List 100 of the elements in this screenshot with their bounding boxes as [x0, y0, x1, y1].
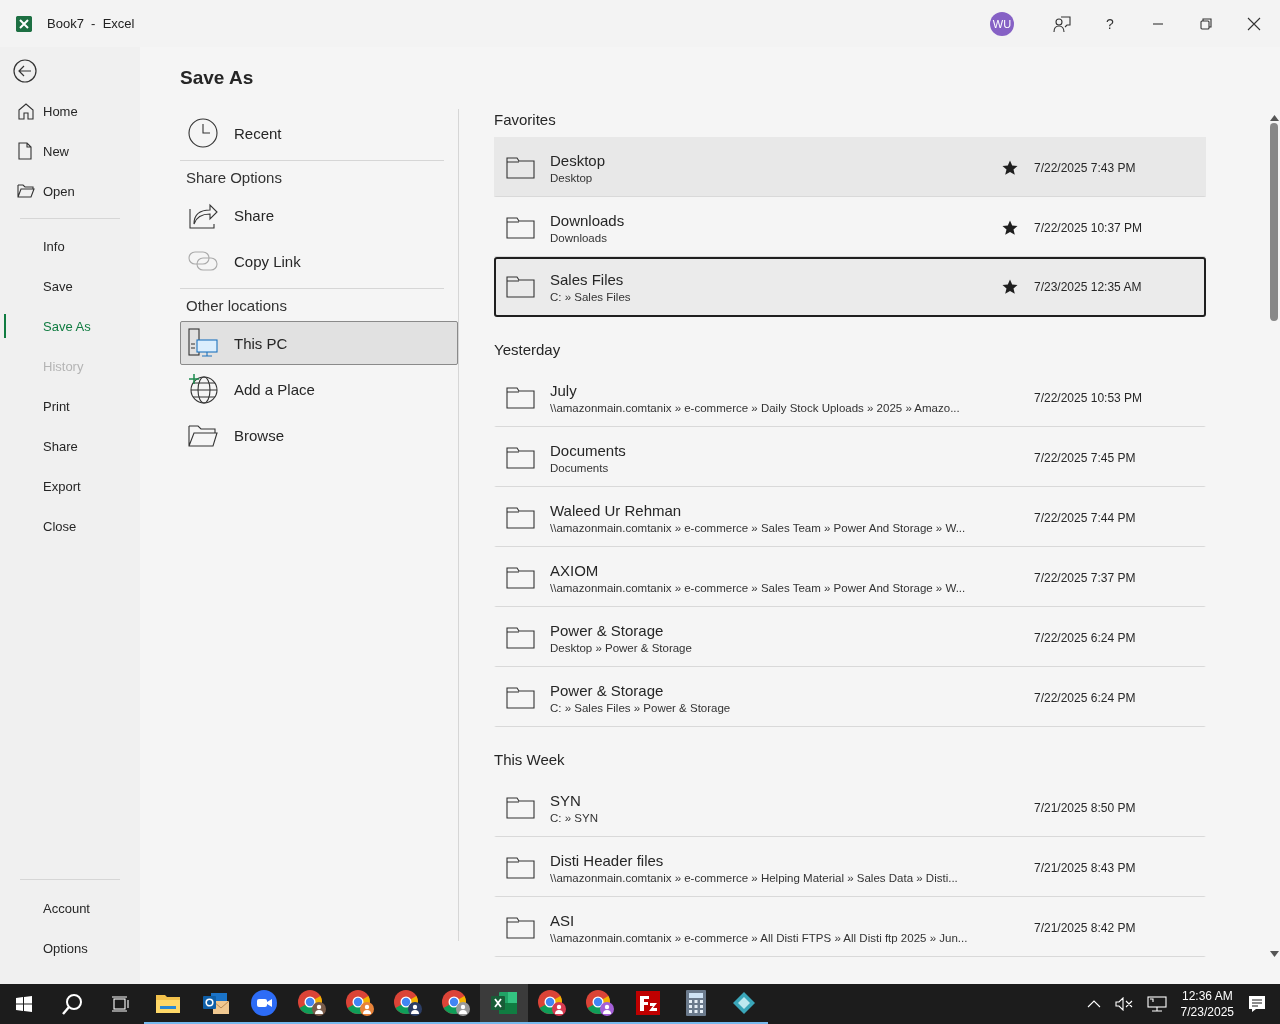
folder-icon[interactable]	[17, 183, 35, 199]
star-icon[interactable]	[1002, 219, 1018, 236]
nav-item[interactable]: Export	[0, 466, 140, 506]
folder-icon	[506, 566, 535, 589]
help-button[interactable]: ?	[1086, 0, 1134, 47]
modified-date: 7/23/2025 12:35 AM	[1033, 280, 1143, 294]
folder-icon	[506, 506, 535, 529]
location-item[interactable]: Copy Link	[180, 239, 458, 283]
mail-icon	[203, 991, 229, 1015]
modified-date: 7/22/2025 10:37 PM	[1033, 220, 1144, 235]
nav-item[interactable]: Account	[0, 888, 140, 928]
section-heading: Other locations	[180, 288, 444, 320]
nav-item[interactable]: Save As	[0, 306, 140, 346]
group-heading: Favorites	[494, 110, 557, 130]
folder-path: Downloads	[550, 231, 608, 244]
star-icon[interactable]	[1002, 159, 1018, 176]
folder-name: SYN	[550, 791, 582, 809]
folder-icon	[506, 916, 535, 939]
folder-path: C: » Sales Files » Power & Storage	[550, 701, 732, 714]
folder-path: Desktop	[550, 171, 594, 184]
spreadsheet-app-icon	[16, 15, 32, 32]
folder-row[interactable]: Documents Documents 7/22/2025 7:45 PM	[494, 427, 1206, 487]
windows-icon[interactable]	[16, 996, 32, 1012]
folder-icon	[506, 216, 535, 239]
folder-row[interactable]: Power & Storage C: » Sales Files » Power & Storage 7/22/2025 6:24 PM	[494, 667, 1206, 727]
modified-date: 7/21/2025 8:50 PM	[1033, 800, 1137, 815]
nav-item[interactable]: New	[0, 131, 140, 171]
folder-row[interactable]: SYN C: » SYN 7/21/2025 8:50 PM	[494, 777, 1206, 837]
diamond-icon	[732, 991, 756, 1015]
video-camera-icon	[251, 990, 277, 1016]
folder-name: Downloads	[550, 211, 626, 229]
task-view-icon[interactable]	[111, 996, 129, 1012]
notification-icon[interactable]	[1248, 995, 1266, 1013]
folder-icon	[506, 446, 535, 469]
modified-date: 7/22/2025 7:44 PM	[1033, 510, 1137, 525]
document-icon[interactable]	[17, 142, 33, 160]
spreadsheet-app-icon	[491, 991, 517, 1015]
nav-item[interactable]: Close	[0, 506, 140, 546]
modified-date: 7/22/2025 7:45 PM	[1033, 450, 1137, 465]
nav-item[interactable]: Options	[0, 928, 140, 968]
nav-item[interactable]: Home	[0, 91, 140, 131]
calculator-icon	[686, 990, 706, 1016]
scroll-down-icon[interactable]	[1269, 951, 1279, 957]
scroll-up-icon[interactable]	[1269, 115, 1279, 121]
folder-icon	[506, 626, 535, 649]
muted-speaker-icon[interactable]	[1114, 997, 1133, 1011]
folder-row[interactable]: AXIOM \\amazonmain.comtanix » e-commerce » Sales Team » Power And Storage » W... 7/22/2025 7:37 PM	[494, 547, 1206, 607]
chevron-up-icon[interactable]	[1086, 1000, 1101, 1008]
folder-row[interactable]: Desktop Desktop 7/22/2025 7:43 PM	[494, 137, 1206, 197]
folder-icon	[506, 276, 535, 298]
folder-path: Desktop » Power & Storage	[550, 641, 693, 654]
scrollbar-thumb[interactable]	[1270, 123, 1278, 321]
network-icon[interactable]	[1146, 996, 1167, 1012]
folder-row[interactable]: Disti Header files \\amazonmain.comtanix » e-commerce » Helping Material » Sales Data » Disti... 7/21/2025 8:43 PM	[494, 837, 1206, 897]
modified-date: 7/21/2025 8:42 PM	[1033, 920, 1137, 935]
nav-item[interactable]: Open	[0, 171, 140, 211]
folder-row[interactable]: Sales Files C: » Sales Files 7/23/2025 12:35 AM	[494, 257, 1206, 317]
location-item[interactable]: This PC	[180, 321, 458, 365]
folder-name: ASI	[550, 911, 576, 929]
location-item[interactable]: Add a Place	[180, 367, 458, 411]
location-item[interactable]: Recent	[180, 111, 458, 155]
nav-item[interactable]: Info	[0, 226, 140, 266]
close-icon[interactable]	[1247, 16, 1261, 31]
folder-icon	[506, 686, 535, 709]
computer-icon	[188, 328, 218, 358]
folder-path: \\amazonmain.comtanix » e-commerce » Sales Team » Power And Storage » W...	[550, 521, 967, 534]
folder-icon	[506, 156, 535, 179]
nav-item[interactable]: Save	[0, 266, 140, 306]
restore-icon[interactable]	[1200, 17, 1212, 30]
location-item[interactable]: Browse	[180, 413, 458, 457]
clock[interactable]: 12:36 AM 7/23/2025	[1180, 988, 1234, 1020]
modified-date: 7/22/2025 7:43 PM	[1033, 160, 1137, 175]
folder-row[interactable]: ASI \\amazonmain.comtanix » e-commerce » All Disti FTPS » All Disti ftp 2025 » Jun... 7/21/2025 8:42 PM	[494, 897, 1206, 957]
folder-row[interactable]: Waleed Ur Rehman \\amazonmain.comtanix » e-commerce » Sales Team » Power And Storage » W... 7/22/2025 7:44 PM	[494, 487, 1206, 547]
folder-icon	[156, 993, 180, 1013]
globe-icon	[188, 374, 218, 404]
folder-name: Power & Storage	[550, 681, 665, 699]
star-icon[interactable]	[1002, 279, 1018, 295]
folder-path: \\amazonmain.comtanix » e-commerce » Daily Stock Uploads » 2025 » Amazo...	[550, 401, 961, 414]
nav-item[interactable]: Print	[0, 386, 140, 426]
user-avatar[interactable]: WU	[990, 11, 1014, 36]
folder-row[interactable]: Power & Storage Desktop » Power & Storage 7/22/2025 6:24 PM	[494, 607, 1206, 667]
folder-name: Disti Header files	[550, 851, 665, 869]
folder-row[interactable]: July \\amazonmain.comtanix » e-commerce » Daily Stock Uploads » 2025 » Amazo... 7/22/2025 10:53 PM	[494, 367, 1206, 427]
folder-path: C: » Sales Files	[550, 291, 632, 303]
feedback-icon[interactable]	[1053, 14, 1071, 33]
modified-date: 7/22/2025 6:24 PM	[1033, 630, 1137, 645]
nav-item[interactable]: Share	[0, 426, 140, 466]
back-icon[interactable]	[13, 59, 37, 83]
folder-path: Documents	[550, 461, 610, 474]
search-icon[interactable]	[61, 993, 83, 1015]
home-icon[interactable]	[17, 102, 35, 120]
modified-date: 7/21/2025 8:43 PM	[1033, 860, 1137, 875]
folder-icon	[506, 796, 535, 819]
location-item[interactable]: Share	[180, 193, 458, 237]
folder-path: \\amazonmain.comtanix » e-commerce » All Disti FTPS » All Disti ftp 2025 » Jun...	[550, 931, 969, 944]
folder-icon	[506, 856, 535, 879]
modified-date: 7/22/2025 6:24 PM	[1033, 690, 1137, 705]
folder-name: Waleed Ur Rehman	[550, 501, 683, 519]
window-title: Book7 - Excel	[47, 16, 135, 31]
